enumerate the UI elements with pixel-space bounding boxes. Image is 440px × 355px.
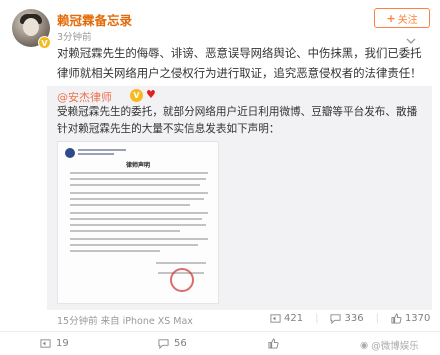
repost-verified-icon: V bbox=[130, 89, 143, 102]
post-time: 3分钟前 bbox=[57, 32, 92, 43]
watermark-text: @微博娱乐 bbox=[371, 341, 419, 352]
weibo-watermark: ◉ @微博娱乐 bbox=[360, 338, 419, 353]
bottom-like-action[interactable] bbox=[268, 338, 279, 349]
doc-text-line bbox=[70, 204, 190, 206]
weibo-logo-icon: ◉ bbox=[360, 339, 369, 351]
doc-text-line bbox=[70, 238, 208, 240]
plus-icon: + bbox=[386, 11, 396, 25]
doc-text-line bbox=[70, 218, 202, 220]
thumbs-up-icon bbox=[391, 313, 402, 324]
repost-icon bbox=[40, 339, 51, 348]
post-text: 对赖冠霖先生的侮辱、诽谤、恶意误导网络舆论、中伤抹黑，我们已委托律师就相关网络用… bbox=[57, 46, 422, 80]
divider: | bbox=[315, 313, 319, 324]
post-actions: 421 | 336 | 1370 bbox=[270, 313, 430, 324]
repost-action[interactable]: 421 bbox=[270, 313, 303, 324]
comment-action[interactable]: 336 bbox=[330, 313, 364, 324]
bottom-repost-count: 19 bbox=[56, 338, 69, 349]
doc-text-line bbox=[70, 212, 208, 214]
post-source: 15分钟前 来自 iPhone XS Max bbox=[57, 316, 193, 327]
doc-text-line bbox=[70, 178, 206, 180]
repost-icon bbox=[270, 314, 281, 323]
verified-badge-icon: V bbox=[38, 36, 51, 49]
like-action[interactable]: 1370 bbox=[391, 313, 430, 324]
repost-text: 受赖冠霖先生的委托，就部分网络用户近日利用微博、豆瓣等平台发布、散播针对赖冠霖先… bbox=[57, 106, 418, 135]
like-count: 1370 bbox=[404, 313, 431, 324]
heart-icon: ♥ bbox=[146, 88, 156, 101]
doc-text-line bbox=[70, 172, 208, 174]
repost-card[interactable]: @安杰律师 V ♥ 受赖冠霖先生的委托，就部分网络用户近日利用微博、豆瓣等平台发… bbox=[47, 86, 432, 310]
doc-title: 律师声明 bbox=[125, 162, 150, 169]
doc-header-line bbox=[78, 149, 126, 151]
avatar-face bbox=[23, 18, 39, 36]
doc-text-line bbox=[70, 192, 208, 194]
law-firm-logo-icon bbox=[65, 148, 75, 158]
divider: | bbox=[375, 313, 379, 324]
doc-header-line bbox=[78, 153, 114, 155]
doc-signature-line bbox=[156, 262, 206, 264]
bottom-repost-action[interactable]: 19 bbox=[40, 338, 69, 349]
bottom-comment-action[interactable]: 56 bbox=[158, 338, 187, 349]
bottom-comment-count: 56 bbox=[174, 338, 187, 349]
doc-text-line bbox=[70, 224, 206, 226]
thumbs-up-icon bbox=[268, 338, 279, 349]
doc-text-line bbox=[70, 250, 160, 252]
doc-text-line bbox=[70, 184, 200, 186]
doc-text-line bbox=[70, 198, 204, 200]
follow-button[interactable]: + 关注 bbox=[374, 8, 430, 28]
red-seal-stamp bbox=[170, 268, 194, 292]
doc-text-line bbox=[70, 230, 180, 232]
statement-document-image[interactable]: 律师声明 bbox=[57, 141, 219, 304]
follow-label: 关注 bbox=[397, 14, 418, 26]
repost-author[interactable]: @安杰律师 bbox=[57, 89, 112, 105]
comment-icon bbox=[330, 314, 342, 324]
repost-count: 421 bbox=[284, 313, 304, 324]
author-name[interactable]: 赖冠霖备忘录 bbox=[57, 10, 132, 29]
doc-text-line bbox=[70, 244, 198, 246]
comment-icon bbox=[158, 339, 169, 349]
comment-count: 336 bbox=[344, 313, 364, 324]
